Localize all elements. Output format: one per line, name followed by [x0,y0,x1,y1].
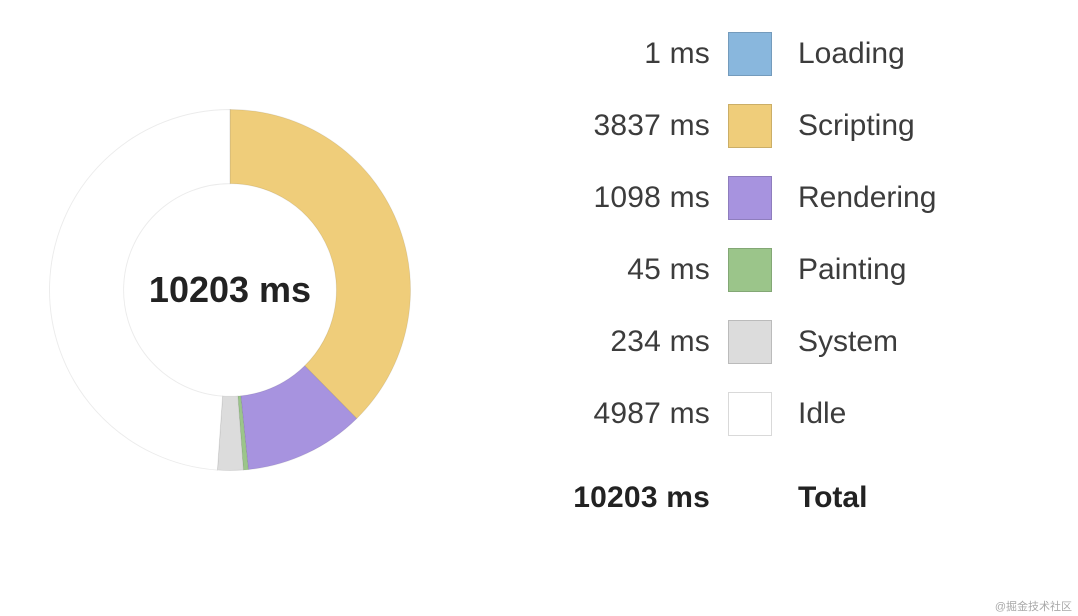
legend-label: Scripting [798,109,915,143]
donut-chart [40,100,420,480]
legend-time: 3837 ms [535,109,710,143]
swatch-loading [728,32,772,76]
legend-label: Rendering [798,181,936,215]
legend-time: 1098 ms [535,181,710,215]
legend-label: Idle [798,397,846,431]
legend-row-total: 10203 ms Total [535,458,1055,538]
swatch-scripting [728,104,772,148]
swatch-idle [728,392,772,436]
legend-row-idle[interactable]: 4987 ms Idle [535,378,1055,450]
swatch-painting [728,248,772,292]
legend-label: Painting [798,253,906,287]
watermark: @掘金技术社区 [995,598,1072,614]
legend-time: 4987 ms [535,397,710,431]
legend-row-scripting[interactable]: 3837 ms Scripting [535,90,1055,162]
legend-label: System [798,325,898,359]
legend-total-label: Total [798,481,867,515]
legend-row-system[interactable]: 234 ms System [535,306,1055,378]
legend-time: 234 ms [535,325,710,359]
donut-svg [40,100,420,480]
swatch-rendering [728,176,772,220]
legend-row-rendering[interactable]: 1098 ms Rendering [535,162,1055,234]
performance-summary-panel: 10203 ms 1 ms Loading 3837 ms Scripting … [0,0,1078,616]
legend-total-time: 10203 ms [535,481,710,515]
legend-label: Loading [798,37,905,71]
swatch-system [728,320,772,364]
donut-slice-scripting[interactable] [230,110,410,419]
legend-time: 1 ms [535,37,710,71]
legend-row-loading[interactable]: 1 ms Loading [535,18,1055,90]
legend-row-painting[interactable]: 45 ms Painting [535,234,1055,306]
legend: 1 ms Loading 3837 ms Scripting 1098 ms R… [535,18,1055,538]
donut-slice-idle[interactable] [49,110,229,471]
legend-time: 45 ms [535,253,710,287]
